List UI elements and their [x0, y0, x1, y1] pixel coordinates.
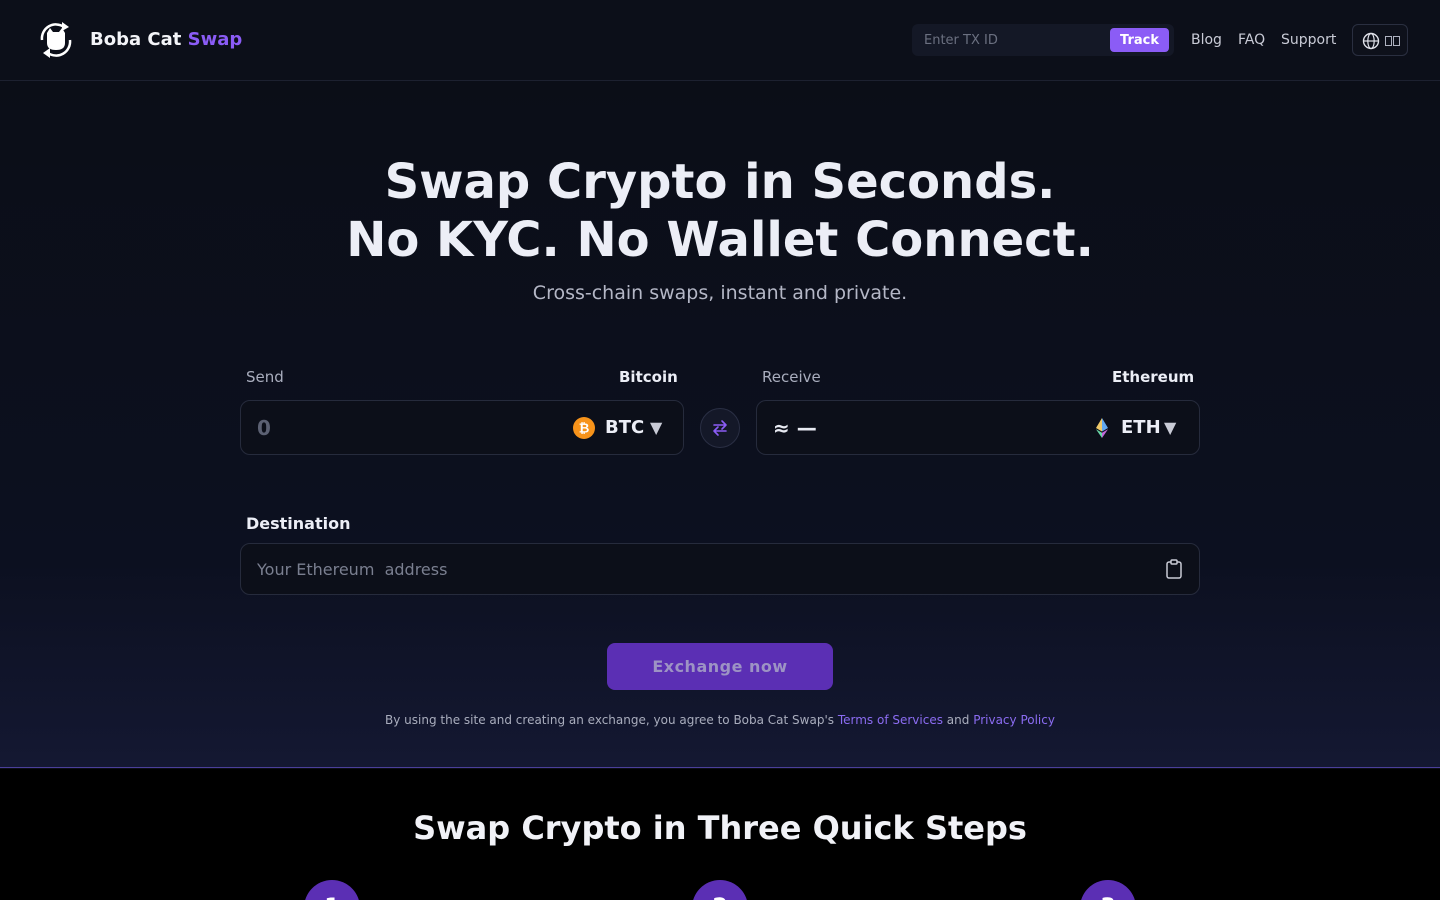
send-chain-name: Bitcoin — [619, 368, 678, 386]
hero-title-line-1: Swap Crypto in Seconds. — [384, 154, 1056, 210]
send-coin-selector[interactable]: ₿ BTC ▼ — [573, 415, 673, 441]
receive-amount-value: ≈ — — [773, 416, 817, 440]
destination-box — [240, 543, 1200, 595]
nav-blog-link[interactable]: Blog — [1191, 32, 1222, 48]
destination-address-input[interactable] — [241, 544, 1141, 594]
ethereum-icon — [1096, 418, 1108, 438]
language-selector[interactable] — [1352, 24, 1408, 56]
step-number-1: 1 — [304, 880, 360, 900]
chevron-down-icon: ▼ — [1164, 418, 1177, 437]
track-button[interactable]: Track — [1110, 28, 1169, 52]
terms-of-service-link[interactable]: Terms of Services — [838, 713, 943, 727]
hero-section: Swap Crypto in Seconds. No KYC. No Walle… — [0, 81, 1440, 768]
swap-direction-button[interactable] — [700, 408, 740, 448]
flag-icon — [1385, 36, 1401, 46]
send-coin-ticker: BTC — [605, 417, 645, 438]
step-number-2: 2 — [692, 880, 748, 900]
receive-chain-name: Ethereum — [1112, 368, 1195, 386]
tx-tracker: Track — [912, 24, 1174, 56]
privacy-policy-link[interactable]: Privacy Policy — [973, 713, 1055, 727]
receive-amount-box: ≈ — ETH ▼ — [756, 400, 1200, 455]
terms-notice: By using the site and creating an exchan… — [0, 713, 1440, 727]
receive-label: Receive — [762, 368, 821, 386]
tx-id-input[interactable] — [912, 24, 1102, 56]
hero-subtitle: Cross-chain swaps, instant and private. — [532, 282, 908, 304]
nav-support-link[interactable]: Support — [1281, 32, 1336, 48]
send-amount-input[interactable] — [241, 401, 541, 454]
hero-title: Swap Crypto in Seconds. No KYC. No Walle… — [0, 153, 1440, 269]
receive-coin-ticker: ETH — [1121, 417, 1161, 438]
brand-accent-text: Swap — [187, 29, 243, 50]
site-header: Boba Cat Swap Track Blog FAQ Support — [0, 0, 1440, 81]
bitcoin-icon: ₿ — [573, 417, 595, 439]
receive-coin-selector[interactable]: ETH ▼ — [1091, 415, 1191, 441]
hero-title-line-2: No KYC. No Wallet Connect. — [346, 212, 1094, 268]
boba-cat-logo-icon[interactable] — [34, 18, 78, 62]
chevron-down-icon: ▼ — [650, 418, 663, 437]
brand-main-text: Boba Cat — [90, 29, 182, 50]
terms-prefix-text: By using the site and creating an exchan… — [385, 713, 838, 727]
steps-title: Swap Crypto in Three Quick Steps — [413, 809, 1027, 847]
send-amount-box: ₿ BTC ▼ — [240, 400, 684, 455]
step-number-3: 3 — [1080, 880, 1136, 900]
clipboard-icon[interactable] — [1165, 559, 1183, 579]
brand-name[interactable]: Boba Cat Swap — [90, 29, 242, 50]
exchange-now-button[interactable]: Exchange now — [607, 643, 833, 690]
steps-section: Swap Crypto in Three Quick Steps 1 2 3 — [0, 769, 1440, 900]
nav-faq-link[interactable]: FAQ — [1238, 32, 1265, 48]
terms-and-text: and — [942, 713, 974, 727]
destination-label: Destination — [246, 514, 351, 533]
swap-arrows-icon — [713, 420, 727, 436]
send-label: Send — [246, 368, 284, 386]
globe-icon — [1362, 32, 1380, 50]
svg-text:₿: ₿ — [579, 422, 590, 437]
